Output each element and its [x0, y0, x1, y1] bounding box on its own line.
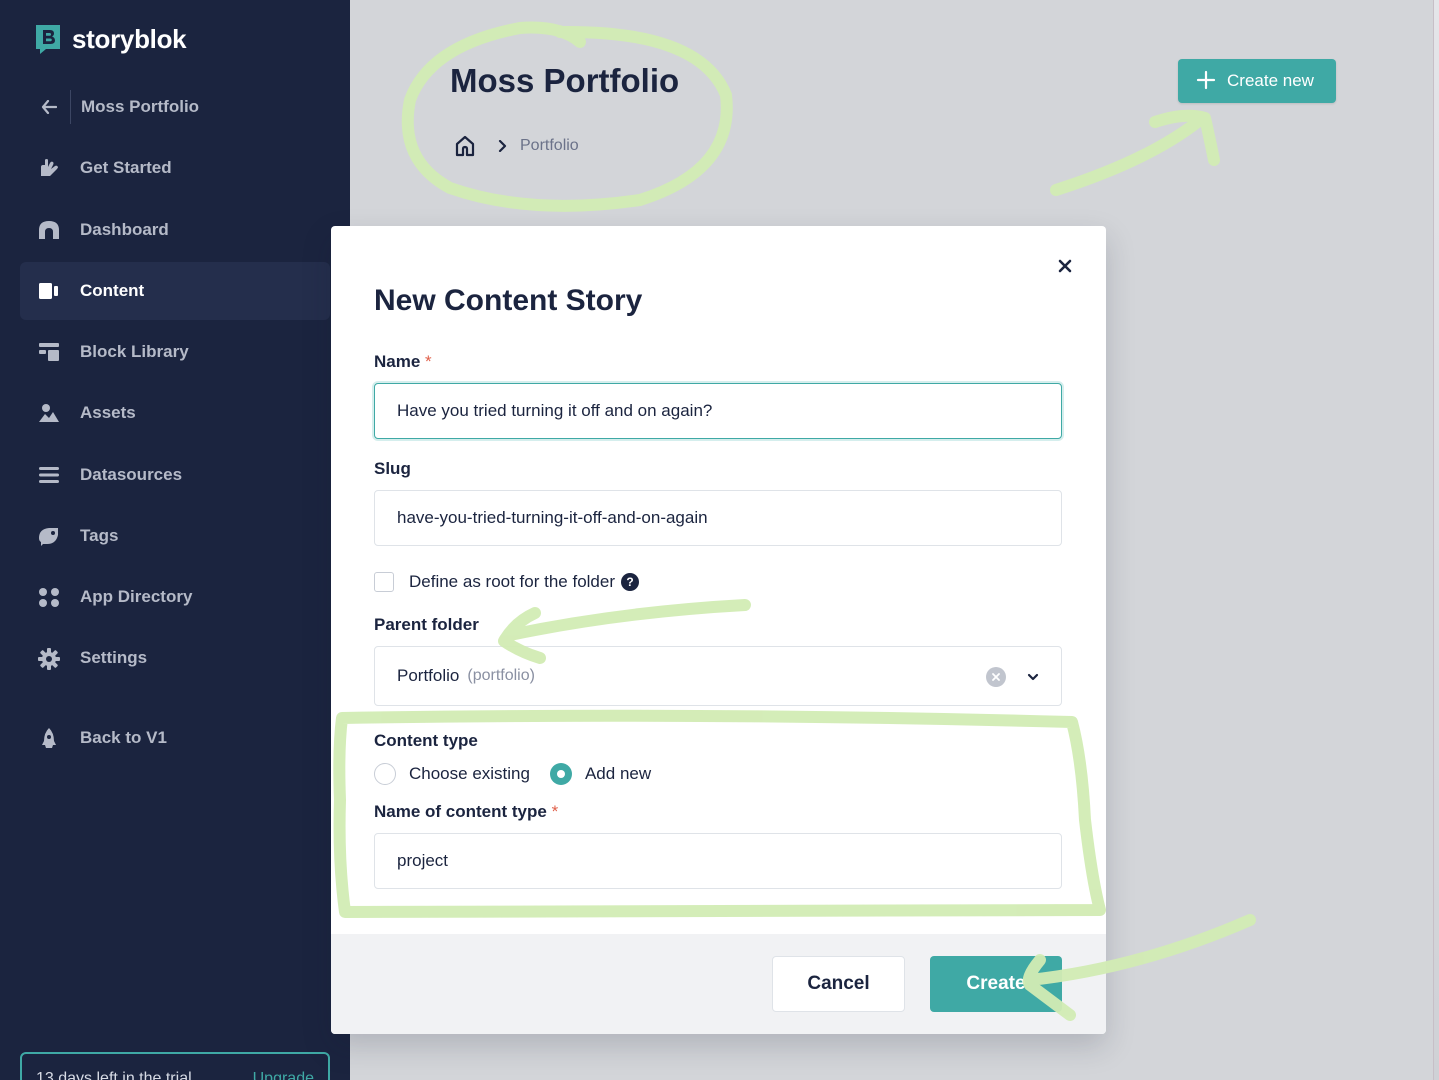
trial-banner: 13 days left in the trial Upgrade — [20, 1052, 330, 1080]
sidebar-item-label: Back to V1 — [80, 728, 167, 747]
brand-name: storyblok — [72, 23, 187, 54]
clear-selection-icon[interactable] — [986, 667, 1006, 687]
content-type-name-label: Name of content type * — [374, 802, 558, 822]
close-icon[interactable] — [1053, 254, 1077, 278]
name-label-text: Name — [374, 352, 421, 371]
sidebar-item-label: Tags — [80, 526, 119, 545]
required-mark: * — [425, 352, 432, 371]
storyblok-logo-icon — [34, 23, 62, 55]
content-type-name-input[interactable]: project — [374, 833, 1062, 889]
chevron-right-icon — [498, 140, 518, 152]
divider — [70, 90, 71, 124]
root-folder-checkbox[interactable] — [374, 572, 394, 592]
dashboard-icon — [38, 220, 60, 240]
home-icon[interactable] — [454, 135, 476, 157]
breadcrumb-current[interactable]: Portfolio — [520, 137, 579, 155]
hand-wave-icon — [38, 158, 60, 178]
create-new-button[interactable]: Create new — [1178, 59, 1336, 103]
sidebar-item-label: Assets — [80, 403, 136, 422]
annotation-circle-title — [401, 21, 733, 212]
dialog-footer: Cancel Create — [331, 934, 1106, 1034]
content-type-options: Choose existing Add new — [374, 762, 651, 786]
gear-icon — [38, 648, 60, 670]
upgrade-link[interactable]: Upgrade — [253, 1070, 314, 1080]
add-new-radio[interactable] — [549, 763, 572, 785]
content-type-label: Content type — [374, 731, 478, 750]
sidebar-item-label: Content — [80, 281, 145, 300]
sidebar-item-label: Block Library — [80, 342, 189, 361]
name-input-value: Have you tried turning it off and on aga… — [397, 401, 713, 420]
sidebar-item-label: Get Started — [80, 158, 172, 177]
apps-icon — [38, 587, 60, 607]
parent-folder-value: Portfolio — [397, 666, 460, 685]
sidebar-item-content[interactable]: Content — [20, 262, 330, 320]
back-to-space-link[interactable]: Moss Portfolio — [36, 90, 199, 124]
content-type-name-label-text: Name of content type — [374, 802, 547, 821]
root-folder-option: Define as root for the folder ? — [374, 570, 640, 594]
parent-folder-select[interactable]: Portfolio (portfolio) — [374, 646, 1062, 706]
parent-folder-slug: (portfolio) — [467, 667, 535, 684]
sidebar-item-block-library[interactable]: Block Library — [20, 323, 330, 381]
sidebar-item-get-started[interactable]: Get Started — [20, 139, 330, 197]
help-icon[interactable]: ? — [621, 573, 640, 591]
sidebar-item-label: App Directory — [80, 587, 193, 606]
datasources-icon — [38, 465, 60, 485]
new-content-story-dialog: New Content Story Name * Have you tried … — [331, 226, 1106, 1034]
breadcrumb: Portfolio — [454, 134, 579, 158]
page-title: Moss Portfolio — [450, 62, 680, 99]
sidebar-item-app-directory[interactable]: App Directory — [20, 568, 330, 626]
window-edge — [1433, 0, 1439, 1080]
root-folder-label[interactable]: Define as root for the folder — [409, 572, 615, 592]
arrow-left-icon — [36, 97, 62, 117]
create-button[interactable]: Create — [930, 956, 1062, 1012]
sidebar-item-back-to-v1[interactable]: Back to V1 — [20, 709, 330, 767]
create-new-label: Create new — [1227, 71, 1314, 90]
choose-existing-label[interactable]: Choose existing — [409, 764, 530, 784]
slug-input[interactable]: have-you-tried-turning-it-off-and-on-aga… — [374, 490, 1062, 546]
plus-icon — [1196, 70, 1216, 90]
sidebar-item-datasources[interactable]: Datasources — [20, 446, 330, 504]
name-input[interactable]: Have you tried turning it off and on aga… — [374, 383, 1062, 439]
sidebar: storyblok Moss Portfolio Get Started Das… — [0, 0, 350, 1080]
space-name: Moss Portfolio — [81, 97, 200, 116]
choose-existing-radio[interactable] — [374, 763, 396, 785]
sidebar-item-label: Datasources — [80, 465, 183, 484]
sidebar-item-label: Settings — [80, 648, 148, 667]
annotation-arrow-create-new — [1050, 109, 1220, 196]
chevron-down-icon[interactable] — [1025, 669, 1041, 685]
content-type-name-value: project — [397, 851, 449, 870]
slug-label: Slug — [374, 459, 411, 478]
slug-input-value: have-you-tried-turning-it-off-and-on-aga… — [397, 508, 708, 527]
dialog-title: New Content Story — [374, 284, 643, 317]
sidebar-item-dashboard[interactable]: Dashboard — [20, 201, 330, 259]
tags-icon — [38, 526, 60, 546]
parent-folder-label: Parent folder — [374, 615, 479, 634]
sidebar-item-settings[interactable]: Settings — [20, 629, 330, 687]
name-label: Name * — [374, 352, 432, 372]
sidebar-item-assets[interactable]: Assets — [20, 384, 330, 442]
trial-text: 13 days left in the trial — [36, 1070, 192, 1080]
sidebar-item-label: Dashboard — [80, 220, 169, 239]
assets-icon — [38, 403, 60, 423]
cancel-button[interactable]: Cancel — [772, 956, 905, 1012]
content-icon — [38, 281, 60, 301]
brand[interactable]: storyblok — [34, 22, 187, 56]
add-new-label[interactable]: Add new — [585, 764, 651, 784]
rocket-icon — [38, 728, 60, 748]
sidebar-item-tags[interactable]: Tags — [20, 507, 330, 565]
required-mark: * — [551, 802, 559, 821]
blocks-icon — [38, 342, 60, 362]
